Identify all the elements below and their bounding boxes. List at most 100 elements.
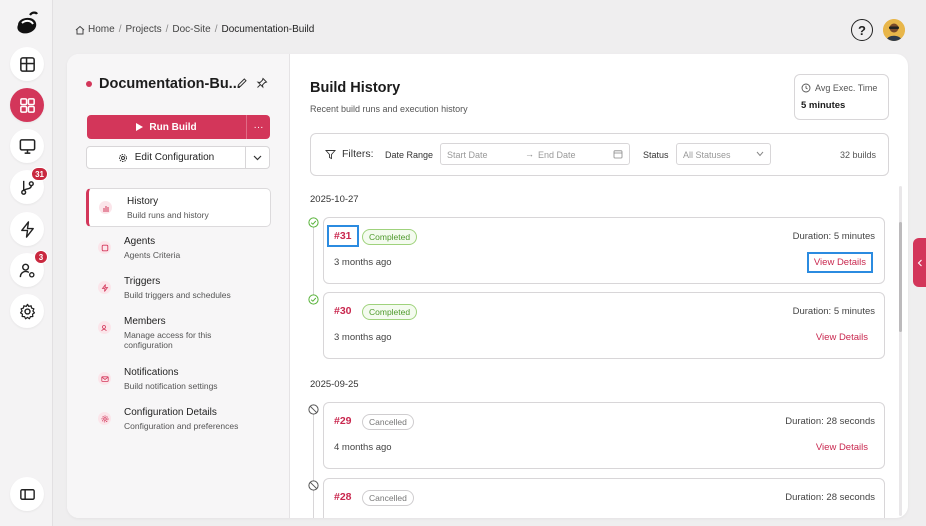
play-icon xyxy=(136,123,144,131)
calendar-icon[interactable] xyxy=(613,149,623,159)
status-badge: Cancelled xyxy=(362,490,414,506)
edit-configuration-label: Edit Configuration xyxy=(134,152,215,163)
duration-value: 5 minutes xyxy=(833,231,875,242)
nav-desc: Build notification settings xyxy=(124,381,218,391)
user-settings-icon xyxy=(19,263,35,278)
nav-label: Agents xyxy=(124,236,156,247)
nav-label: History xyxy=(127,196,159,207)
nav-item-agents[interactable]: Agents Agents Criteria xyxy=(86,229,271,269)
app-logo-icon[interactable] xyxy=(12,9,42,39)
run-duration: Duration: 5 minutes xyxy=(793,306,875,317)
cancelled-icon xyxy=(308,480,319,491)
nav-item-configuration-details[interactable]: Configuration Details Configuration and p… xyxy=(86,400,271,440)
duration-label: Duration: xyxy=(785,492,824,503)
build-run-card[interactable]: #28 Cancelled Duration: 28 seconds xyxy=(323,478,885,518)
run-time-ago: 3 months ago xyxy=(334,257,392,268)
duration-value: 28 seconds xyxy=(826,416,875,427)
duration-label: Duration: xyxy=(792,306,832,317)
group-date: 2025-09-25 xyxy=(310,379,359,390)
nav-item-history[interactable]: History Build runs and history xyxy=(86,188,271,227)
nav-item-members[interactable]: Members Manage access for this configurat… xyxy=(86,309,271,360)
config-dropdown-button[interactable] xyxy=(246,146,270,169)
edit-icon[interactable] xyxy=(236,77,248,89)
run-build-label: Run Build xyxy=(149,121,197,133)
rail-users-button[interactable]: 3 xyxy=(10,250,48,287)
view-details-link[interactable]: View Details xyxy=(816,332,868,343)
view-details-link[interactable]: View Details xyxy=(806,252,873,273)
duration-label: Duration: xyxy=(792,231,832,242)
nav-label: Members xyxy=(124,316,166,327)
breadcrumb-home[interactable]: Home xyxy=(88,24,115,35)
pipelines-count-badge: 31 xyxy=(31,167,48,181)
rail-pipelines-button[interactable]: 31 xyxy=(10,167,48,204)
run-id-link[interactable]: #30 xyxy=(334,305,352,317)
lightning-icon xyxy=(20,220,34,238)
history-scrollbar[interactable] xyxy=(899,186,902,516)
avg-exec-label-row: Avg Exec. Time xyxy=(801,83,882,93)
date-range-input[interactable]: Start Date → End Date xyxy=(440,143,630,165)
breadcrumb-projects[interactable]: Projects xyxy=(125,24,161,35)
group-date: 2025-10-27 xyxy=(310,194,359,205)
rail-triggers-button[interactable] xyxy=(10,212,44,246)
start-date-placeholder[interactable]: Start Date xyxy=(447,150,488,160)
bolt-icon xyxy=(98,281,111,294)
run-more-button[interactable]: ··· xyxy=(246,115,270,139)
sidebar-toggle-icon xyxy=(19,488,35,500)
build-run-card[interactable]: #29 Cancelled Duration: 28 seconds 4 mon… xyxy=(323,402,885,469)
run-id-link[interactable]: #31 xyxy=(327,225,359,247)
settings-icon xyxy=(98,412,111,425)
date-range-label: Date Range xyxy=(385,150,434,160)
clock-icon xyxy=(801,83,811,93)
edit-config-group: Edit Configuration xyxy=(86,146,270,169)
scrollbar-thumb[interactable] xyxy=(899,222,902,332)
breadcrumb-current: Documentation-Build xyxy=(221,24,315,35)
rail-collapse-button[interactable] xyxy=(10,477,44,511)
nav-item-notifications[interactable]: Notifications Build notification settings xyxy=(86,360,271,400)
duration-label: Duration: xyxy=(785,416,824,427)
build-run-card[interactable]: #31 Completed Duration: 5 minutes 3 mont… xyxy=(323,217,885,284)
status-badge: Completed xyxy=(362,304,418,320)
run-id-link[interactable]: #29 xyxy=(334,415,352,427)
project-title: Documentation-Bu... xyxy=(86,76,241,92)
breadcrumb: Home / Projects / Doc-Site / Documentati… xyxy=(75,24,314,35)
status-filter-label: Status xyxy=(643,150,669,160)
end-date-placeholder[interactable]: End Date xyxy=(538,150,576,160)
check-circle-icon xyxy=(308,294,319,305)
rail-layout-button[interactable] xyxy=(10,47,44,81)
pin-icon[interactable] xyxy=(256,77,268,89)
edit-configuration-button[interactable]: Edit Configuration xyxy=(86,146,246,169)
status-badge: Cancelled xyxy=(362,414,414,430)
layout-icon xyxy=(19,56,35,72)
members-icon xyxy=(98,321,111,334)
gear-icon xyxy=(118,153,127,162)
run-id-link[interactable]: #28 xyxy=(334,491,352,503)
filters-bar: Filters: Date Range Start Date → End Dat… xyxy=(310,133,889,176)
nav-item-triggers[interactable]: Triggers Build triggers and schedules xyxy=(86,269,271,309)
view-details-link[interactable]: View Details xyxy=(816,442,868,453)
nav-label: Notifications xyxy=(124,367,179,378)
side-panel-toggle[interactable] xyxy=(913,238,926,287)
filters-label: Filters: xyxy=(342,148,374,160)
run-time-ago: 3 months ago xyxy=(334,332,392,343)
chart-icon xyxy=(99,201,112,214)
project-status-dot xyxy=(86,81,92,87)
nav-label: Configuration Details xyxy=(124,407,217,418)
home-icon[interactable] xyxy=(75,25,85,35)
rail-settings-button[interactable] xyxy=(10,294,44,328)
rail-dashboard-button[interactable] xyxy=(10,88,44,122)
agent-icon xyxy=(98,241,111,254)
arrow-right-icon: → xyxy=(525,149,534,159)
rail-monitor-button[interactable] xyxy=(10,129,44,163)
run-build-button[interactable]: Run Build xyxy=(87,115,246,139)
builds-count: 32 builds xyxy=(839,150,876,160)
user-avatar-icon xyxy=(883,19,905,41)
avatar[interactable] xyxy=(883,19,905,41)
duration-value: 5 minutes xyxy=(833,306,875,317)
chevron-left-icon xyxy=(917,259,922,266)
build-run-card[interactable]: #30 Completed Duration: 5 minutes 3 mont… xyxy=(323,292,885,359)
status-select[interactable]: All Statuses xyxy=(676,143,771,165)
nav-label: Triggers xyxy=(124,276,161,287)
run-time-ago: 4 months ago xyxy=(334,442,392,453)
help-icon[interactable]: ? xyxy=(851,19,873,41)
breadcrumb-doc-site[interactable]: Doc-Site xyxy=(172,24,210,35)
